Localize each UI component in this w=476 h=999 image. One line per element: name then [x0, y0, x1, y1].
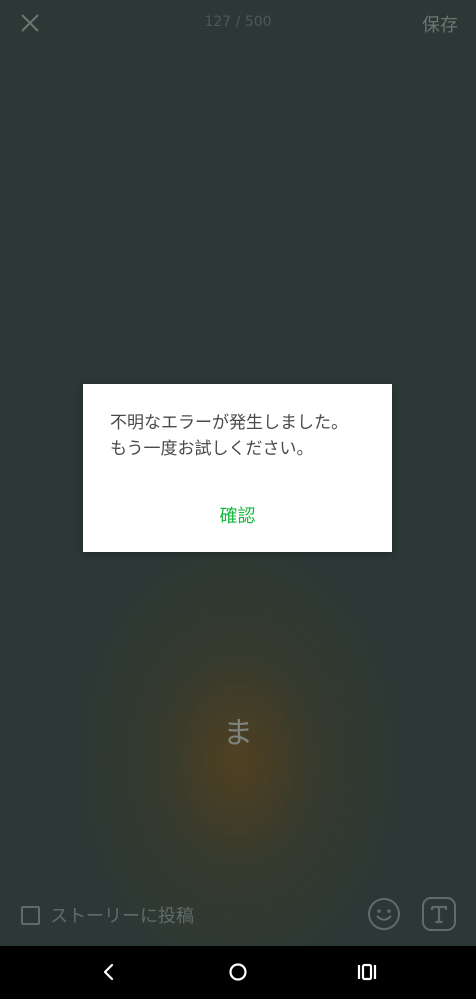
home-icon [229, 963, 247, 981]
confirm-button[interactable]: 確認 [83, 502, 392, 532]
nav-back-button[interactable] [96, 959, 122, 985]
error-message-line-1: 不明なエラーが発生しました。 [110, 413, 348, 433]
back-icon [103, 963, 114, 981]
nav-home-button[interactable] [225, 959, 251, 985]
recents-icon [357, 963, 377, 981]
system-navigation-bar [0, 946, 476, 999]
error-message: 不明なエラーが発生しました。 もう一度お試しください。 [110, 410, 380, 462]
story-editor-screen: 127 / 500 保存 ま ストーリーに投稿 不明なエラーが発生しました。 も… [0, 0, 476, 999]
error-message-line-2: もう一度お試しください。 [110, 439, 314, 459]
nav-recents-button[interactable] [354, 959, 380, 985]
error-dialog: 不明なエラーが発生しました。 もう一度お試しください。 確認 [83, 384, 392, 552]
